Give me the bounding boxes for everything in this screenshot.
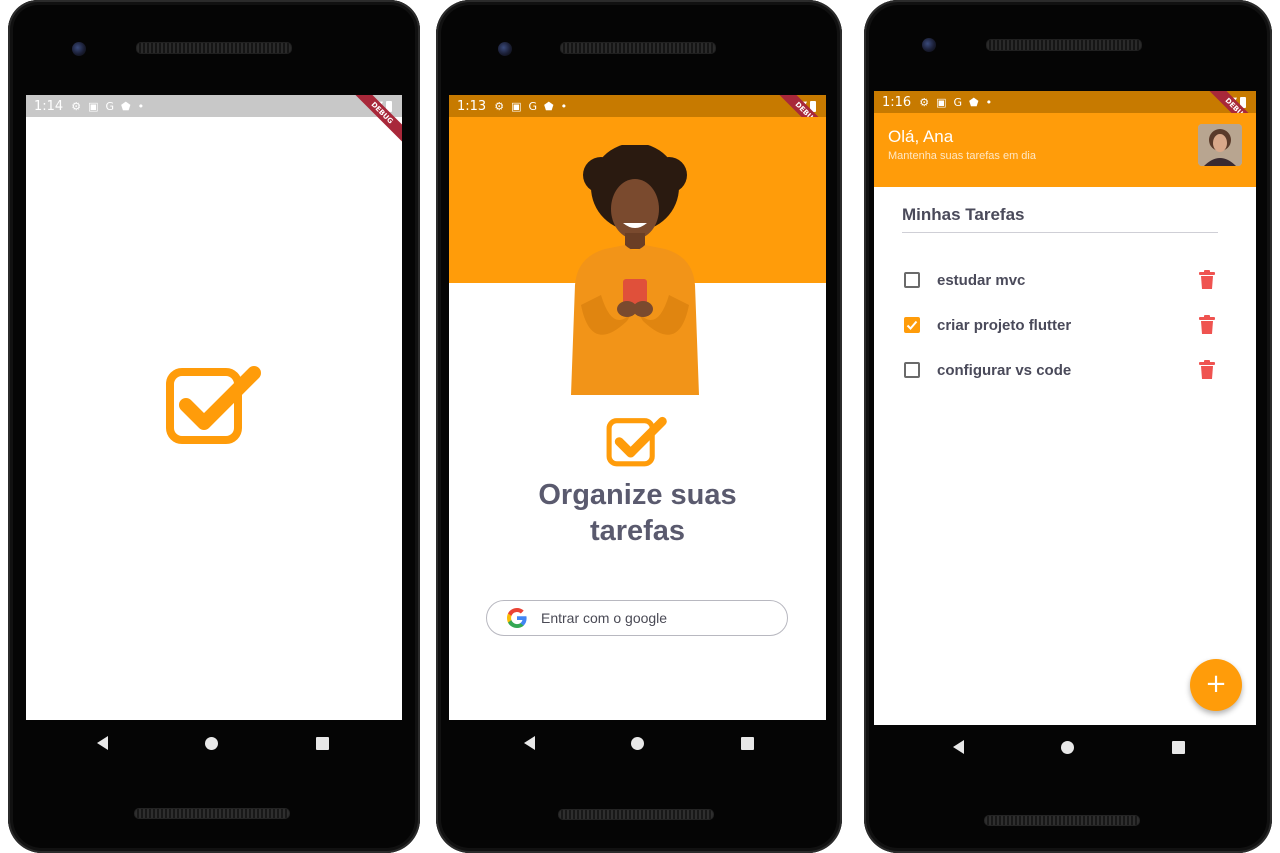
- status-right-icons: ▼: [373, 99, 392, 114]
- settings-icon: ⚙: [919, 95, 930, 109]
- delete-trash-icon[interactable]: [1198, 270, 1216, 290]
- status-time: 1:14: [34, 98, 64, 114]
- front-camera: [72, 42, 86, 56]
- gallery-icon: ▣: [511, 99, 522, 113]
- task-label: configurar vs code: [937, 361, 1072, 379]
- earpiece-speaker: [136, 42, 292, 54]
- task-label: estudar mvc: [937, 271, 1026, 289]
- status-bar: 1:14 ⚙ ▣ G ⬟ • ▼: [26, 95, 402, 117]
- task-item: estudar mvc: [904, 265, 1216, 295]
- gallery-icon: ▣: [88, 99, 99, 113]
- android-nav-bar: [48, 728, 378, 758]
- google-signin-button[interactable]: Entrar com o google: [486, 600, 788, 636]
- front-camera: [498, 42, 512, 56]
- login-screen: 1:13 ⚙ ▣ G ⬟ • ▼ DEBUG Organize suas tar…: [449, 95, 826, 720]
- settings-icon: ⚙: [494, 99, 505, 113]
- section-title: Minhas Tarefas: [902, 205, 1025, 224]
- title-line-1: Organize suas: [538, 479, 737, 511]
- recents-icon[interactable]: [316, 736, 330, 750]
- checkmark-logo-icon: [606, 416, 667, 467]
- user-avatar[interactable]: [1198, 124, 1242, 166]
- recents-icon[interactable]: [1172, 740, 1186, 754]
- home-icon[interactable]: [1061, 740, 1075, 754]
- settings-icon: ⚙: [71, 99, 82, 113]
- dot-icon: •: [560, 99, 568, 113]
- phone-splash: 1:14 ⚙ ▣ G ⬟ • ▼ DEBUG: [8, 0, 420, 853]
- phone-login: 1:13 ⚙ ▣ G ⬟ • ▼ DEBUG Organize suas tar…: [436, 0, 842, 853]
- android-nav-bar: [476, 730, 802, 756]
- checkmark-logo-icon: [166, 366, 261, 444]
- bottom-speaker: [134, 808, 290, 819]
- tasks-screen: 1:16 ⚙ ▣ G ⬟ • ▼ DEBUG Olá, Ana Mantenha…: [874, 91, 1256, 725]
- status-icons: ⚙ ▣ G ⬟ •: [494, 100, 567, 113]
- hero-woman-with-phone-image: [571, 145, 699, 395]
- back-icon[interactable]: [96, 736, 108, 750]
- task-checkbox[interactable]: [904, 272, 920, 288]
- back-icon[interactable]: [524, 736, 536, 750]
- back-icon[interactable]: [952, 740, 964, 754]
- status-right-icons: ▼: [797, 99, 816, 114]
- earpiece-speaker: [560, 42, 716, 54]
- status-time: 1:16: [882, 94, 912, 110]
- recents-icon[interactable]: [740, 736, 754, 750]
- dot-icon: •: [137, 99, 145, 113]
- battery-icon: [1240, 97, 1246, 108]
- android-nav-bar: [904, 734, 1234, 760]
- wifi-icon: ▼: [797, 99, 807, 114]
- check-icon: [906, 320, 918, 330]
- shield-icon: ⬟: [544, 99, 554, 113]
- google-g-icon: G: [953, 95, 963, 109]
- status-icons: ⚙ ▣ G ⬟ •: [71, 100, 144, 113]
- google-g-icon: G: [105, 99, 115, 113]
- title-line-2: tarefas: [589, 515, 686, 547]
- task-label: criar projeto flutter: [937, 316, 1072, 334]
- google-g-icon: G: [528, 99, 538, 113]
- status-right-icons: ▼: [1227, 95, 1246, 110]
- task-item: criar projeto flutter: [904, 310, 1216, 340]
- home-icon[interactable]: [205, 736, 219, 750]
- phone-tasks: 1:16 ⚙ ▣ G ⬟ • ▼ DEBUG Olá, Ana Mantenha…: [864, 0, 1272, 853]
- battery-icon: [810, 101, 816, 112]
- task-item: configurar vs code: [904, 355, 1216, 385]
- earpiece-speaker: [986, 39, 1142, 51]
- splash-screen: 1:14 ⚙ ▣ G ⬟ • ▼ DEBUG: [26, 95, 402, 720]
- gallery-icon: ▣: [936, 95, 947, 109]
- front-camera: [922, 38, 936, 52]
- task-checkbox[interactable]: [904, 362, 920, 378]
- google-logo-icon: [507, 608, 527, 628]
- greeting-text: Olá, Ana: [888, 127, 954, 146]
- shield-icon: ⬟: [969, 95, 979, 109]
- bottom-speaker: [558, 809, 714, 820]
- google-signin-label: Entrar com o google: [541, 610, 668, 626]
- wifi-icon: ▼: [1227, 95, 1237, 110]
- greeting-subtitle: Mantenha suas tarefas em dia: [888, 150, 1036, 162]
- wifi-icon: ▼: [373, 99, 383, 114]
- status-bar: 1:13 ⚙ ▣ G ⬟ • ▼: [449, 95, 826, 117]
- delete-trash-icon[interactable]: [1198, 360, 1216, 380]
- status-time: 1:13: [457, 98, 487, 114]
- battery-icon: [386, 101, 392, 112]
- home-icon[interactable]: [631, 736, 645, 750]
- avatar-photo-icon: [1198, 124, 1242, 166]
- bottom-speaker: [984, 815, 1140, 826]
- task-checkbox-checked[interactable]: [904, 317, 920, 333]
- status-icons: ⚙ ▣ G ⬟ •: [919, 96, 992, 109]
- shield-icon: ⬟: [121, 99, 131, 113]
- section-divider: [902, 232, 1218, 233]
- add-task-fab-button[interactable]: +: [1190, 659, 1242, 711]
- app-header: Olá, Ana Mantenha suas tarefas em dia: [874, 113, 1256, 187]
- status-bar: 1:16 ⚙ ▣ G ⬟ • ▼: [874, 91, 1256, 113]
- dot-icon: •: [985, 95, 993, 109]
- delete-trash-icon[interactable]: [1198, 315, 1216, 335]
